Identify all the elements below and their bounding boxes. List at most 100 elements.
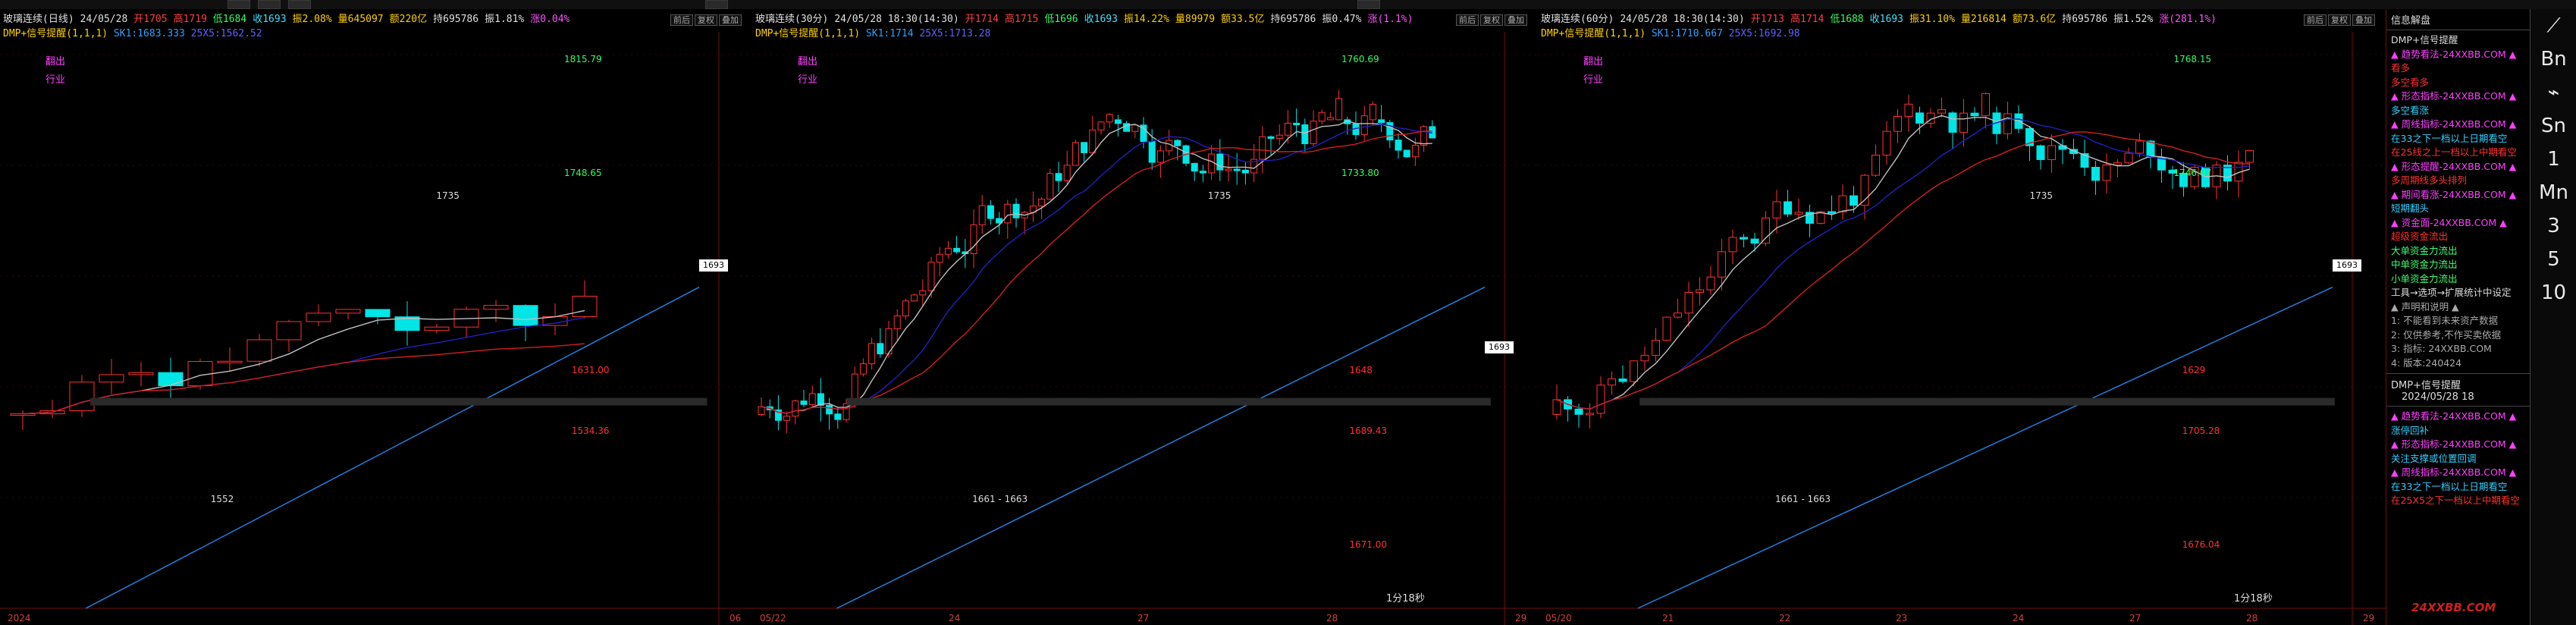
candle-body bbox=[1794, 212, 1803, 215]
candle-body bbox=[2146, 140, 2155, 158]
indicator-field: 25X5:1562.52 bbox=[190, 28, 262, 39]
header-field: 玻璃连续(60分) bbox=[1541, 14, 1614, 25]
candle-body bbox=[1081, 142, 1088, 153]
signal-line: 多空看多 bbox=[2391, 76, 2430, 88]
period-button[interactable]: Mn bbox=[2531, 176, 2576, 209]
candle-body bbox=[276, 321, 302, 341]
toolbar-button[interactable] bbox=[705, 0, 728, 9]
panel-tool-button[interactable]: 复权 bbox=[2328, 14, 2351, 26]
candle-body bbox=[10, 413, 36, 416]
price-annotation: 1661 - 1663 bbox=[1775, 494, 1831, 504]
toolbar-button[interactable] bbox=[1357, 0, 1380, 9]
line-chart-icon[interactable]: ⌁ bbox=[2531, 76, 2576, 109]
support-band bbox=[846, 397, 1491, 406]
candle-body bbox=[99, 374, 124, 383]
candle-body bbox=[1089, 129, 1097, 153]
candle-body bbox=[1055, 173, 1062, 181]
x-axis-label: 24 bbox=[2013, 613, 2025, 623]
header-field: 额33.5亿 bbox=[1221, 14, 1265, 25]
panel-tool-button[interactable]: 叠加 bbox=[2352, 14, 2375, 26]
header-field: 额220亿 bbox=[389, 14, 428, 25]
period-button[interactable]: 3 bbox=[2531, 209, 2576, 243]
period-button[interactable]: 10 bbox=[2531, 276, 2576, 309]
x-axis-label: 06 bbox=[730, 613, 742, 623]
period-button[interactable]: 1 bbox=[2531, 143, 2576, 176]
toolbar-button[interactable] bbox=[288, 0, 311, 9]
price-annotation: 1748.65 bbox=[564, 168, 602, 178]
panel-tool-button[interactable]: 复权 bbox=[1480, 14, 1503, 26]
price-annotation: 1735 bbox=[436, 190, 460, 201]
candle-body bbox=[944, 247, 952, 255]
candle-body bbox=[1904, 103, 1913, 117]
toolbar-button[interactable] bbox=[227, 0, 250, 9]
candle-body bbox=[783, 416, 791, 421]
signal-line: ▲ 形态指标-24XXBB.COM ▲ bbox=[2391, 90, 2517, 102]
panel-tool-button[interactable]: 叠加 bbox=[1504, 14, 1527, 26]
panel-tools[interactable]: 前后 复权 叠加 bbox=[2302, 14, 2375, 26]
header-field: 持695786 bbox=[2062, 14, 2108, 25]
candlestick-chart[interactable]: 1760.69 1733.80 1735 1661 - 1663 1648 1689.43… bbox=[752, 9, 1538, 625]
panel-label: 行业 bbox=[45, 74, 66, 86]
candle-body bbox=[1640, 354, 1649, 362]
signal-line: 涨停回补 bbox=[2391, 424, 2430, 436]
period-button[interactable]: 5 bbox=[2531, 243, 2576, 276]
indicator-field: 25X5:1713.28 bbox=[919, 28, 991, 39]
candlestick-chart[interactable]: 1768.15 1746.07 1735 1661 - 1663 1629 1705.28… bbox=[1538, 9, 2386, 625]
candle-body bbox=[1618, 378, 1627, 382]
candle-body bbox=[1740, 237, 1748, 240]
candle-body bbox=[2047, 145, 2056, 160]
candle-body bbox=[1131, 124, 1139, 132]
candle-body bbox=[1360, 115, 1368, 136]
chart-panel-60min[interactable]: 1768.15 1746.07 1735 1661 - 1663 1629 1705.28… bbox=[1538, 9, 2386, 625]
candle-body bbox=[1301, 124, 1309, 145]
candle-body bbox=[1004, 203, 1012, 224]
candle-body bbox=[970, 224, 977, 255]
x-axis-label: 28 bbox=[2246, 613, 2258, 623]
signal-line: ▲ 声明和说明 ▲ bbox=[2391, 300, 2459, 312]
candle-body bbox=[1225, 168, 1232, 171]
current-price-tag: 1693 bbox=[1485, 341, 1514, 353]
price-annotation: 1760.69 bbox=[1341, 54, 1379, 64]
panel-tool-button[interactable]: 前后 bbox=[670, 14, 693, 26]
candle-body bbox=[246, 339, 272, 362]
signal-line: 中单资金力流出 bbox=[2391, 259, 2458, 270]
indicator-header: DMP+信号提醒(1,1,1) SK1:1710.667 25X5:1692.9… bbox=[1541, 27, 1800, 41]
period-button[interactable]: Bn bbox=[2531, 42, 2576, 76]
tool-rail[interactable]: ⟋ Bn ⌁ Sn 1 Mn 3 5 10 bbox=[2530, 9, 2576, 625]
candle-body bbox=[1674, 312, 1682, 318]
price-annotation: 1689.43 bbox=[1349, 426, 1387, 436]
trend-line bbox=[1637, 286, 2333, 609]
candle-body bbox=[513, 305, 538, 326]
chart-panel-daily[interactable]: 1815.79 1748.65 1735 1552 1631.00 1534.36 玻璃连… bbox=[0, 9, 753, 625]
panel-tool-button[interactable]: 前后 bbox=[1456, 14, 1479, 26]
candle-body bbox=[877, 343, 884, 355]
price-annotation: 1629 bbox=[2182, 365, 2206, 375]
candle-body bbox=[1369, 103, 1376, 121]
signal-line: ▲ 形态提醒-24XXBB.COM ▲ bbox=[2391, 160, 2517, 172]
panel-tools[interactable]: 前后 复权 叠加 bbox=[669, 14, 742, 26]
panel-tool-button[interactable]: 叠加 bbox=[719, 14, 742, 26]
candlestick-chart[interactable]: 1815.79 1748.65 1735 1552 1631.00 1534.36 bbox=[0, 9, 752, 625]
candle-body bbox=[483, 305, 509, 310]
period-button[interactable]: Sn bbox=[2531, 109, 2576, 143]
candle-body bbox=[2091, 166, 2100, 181]
panel-tool-button[interactable]: 前后 bbox=[2304, 14, 2327, 26]
candle-body bbox=[1403, 149, 1410, 158]
indicator-field: SK1:1683.333 bbox=[113, 28, 191, 39]
top-toolbar bbox=[0, 0, 2576, 9]
candle-body bbox=[1718, 251, 1726, 278]
panel-tools[interactable]: 前后 复权 叠加 bbox=[1454, 14, 1527, 26]
price-annotation: 1733.80 bbox=[1341, 168, 1379, 178]
candle-body bbox=[953, 247, 961, 253]
candle-body bbox=[1012, 203, 1020, 218]
signal-line: ▲ 资金面-24XXBB.COM ▲ bbox=[2391, 216, 2507, 228]
candle-body bbox=[217, 360, 243, 363]
signal-line: ▲ 周线指标-24XXBB.COM ▲ bbox=[2391, 466, 2517, 478]
panel-tool-button[interactable]: 复权 bbox=[695, 14, 717, 26]
chart-draw-icon[interactable]: ⟋ bbox=[2531, 9, 2576, 42]
signal-line: ▲ 形态指标-24XXBB.COM ▲ bbox=[2391, 438, 2517, 450]
candle-body bbox=[1259, 136, 1266, 160]
signal-line: 小单资金力流出 bbox=[2391, 272, 2458, 284]
toolbar-button[interactable] bbox=[258, 0, 281, 9]
chart-panel-30min[interactable]: 1760.69 1733.80 1735 1661 - 1663 1648 1689.43… bbox=[752, 9, 1539, 625]
